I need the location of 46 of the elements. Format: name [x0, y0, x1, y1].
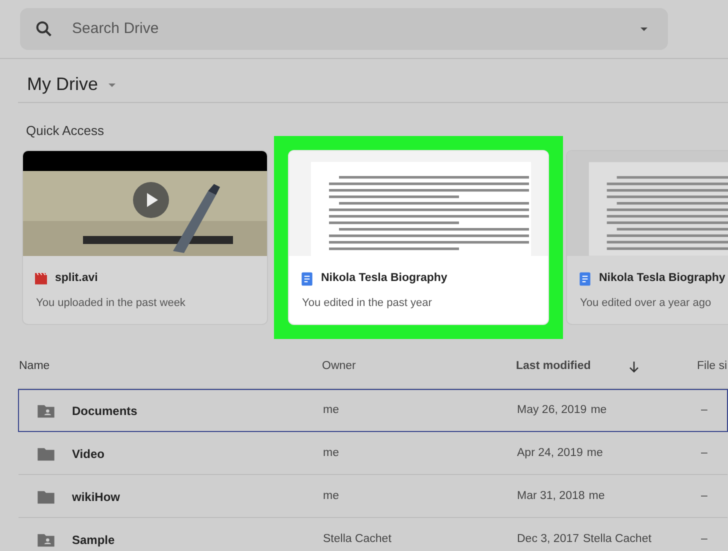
- owner-text: me: [323, 490, 339, 502]
- owner-text: me: [323, 404, 339, 416]
- search-bar[interactable]: Search Drive: [20, 8, 668, 50]
- column-header[interactable]: Name: [19, 358, 50, 376]
- owner-text: Stella Cachet: [323, 532, 392, 545]
- file-name: Nikola Tesla Biography: [321, 271, 448, 286]
- search-icon[interactable]: [34, 19, 54, 39]
- modified-date: Apr 24, 2019: [517, 446, 583, 461]
- document-icon: [577, 270, 593, 287]
- file-name: Sample: [72, 532, 115, 548]
- file-name: wikiHow: [72, 488, 120, 506]
- file-size: –: [701, 490, 708, 502]
- file-row[interactable]: Video me Apr 24, 2019 me –: [18, 432, 728, 475]
- play-icon[interactable]: [133, 182, 169, 218]
- modified-by: me: [586, 446, 603, 461]
- file-row[interactable]: Documents me May 26, 2019 me –: [18, 389, 728, 432]
- file-name: Video: [72, 446, 104, 462]
- modified-date: May 26, 2019: [517, 402, 587, 418]
- activity-text: You edited in the past year: [302, 296, 433, 312]
- search-field[interactable]: Search Drive: [70, 16, 622, 42]
- file-size: –: [701, 446, 708, 459]
- file-row[interactable]: Sample Stella Cachet Dec 3, 2017 Stella Cachet –: [18, 518, 728, 551]
- file-size: –: [701, 404, 708, 416]
- column-header[interactable]: Owner: [322, 360, 356, 372]
- section-title: Quick Access: [26, 122, 106, 136]
- video-file-icon: [33, 270, 49, 287]
- file-card[interactable]: Nikola Tesla Biography You edited in the past year: [288, 150, 549, 325]
- modified-by: me: [590, 402, 607, 418]
- document-icon: [299, 270, 315, 287]
- activity-text: You uploaded in the past week: [36, 296, 186, 312]
- modified-date: Mar 31, 2018: [517, 488, 585, 504]
- file-name: Documents: [72, 402, 138, 420]
- column-header[interactable]: Last modified: [516, 358, 591, 376]
- modified-by: me: [588, 488, 605, 504]
- file-name: Nikola Tesla Biography: [599, 271, 726, 286]
- activity-text: You edited over a year ago: [580, 296, 712, 312]
- location-title[interactable]: My Drive: [27, 71, 98, 98]
- file-name: split.avi: [55, 271, 98, 286]
- file-card[interactable]: Nikola Tesla Biography You edited over a year ago: [566, 150, 728, 325]
- file-card[interactable]: split.avi You uploaded in the past week: [22, 150, 268, 325]
- owner-text: me: [323, 446, 339, 459]
- column-header[interactable]: File si: [697, 360, 728, 372]
- file-row[interactable]: wikiHow me Mar 31, 2018 me –: [18, 475, 728, 518]
- file-size: –: [701, 532, 708, 545]
- modified-by: Stella Cachet: [583, 532, 652, 547]
- modified-date: Dec 3, 2017: [517, 532, 580, 547]
